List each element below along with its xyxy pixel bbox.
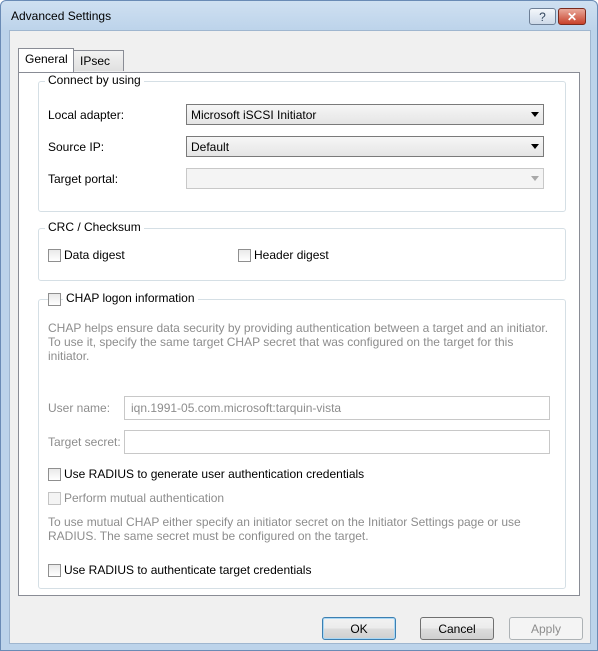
radius-user-auth-label[interactable]: Use RADIUS to generate user authenticati… <box>64 467 364 481</box>
local-adapter-label: Local adapter: <box>48 108 125 122</box>
crc-group-legend: CRC / Checksum <box>45 220 144 234</box>
chevron-down-icon <box>531 112 539 117</box>
target-portal-label: Target portal: <box>48 172 119 186</box>
source-ip-dropdown[interactable]: Default <box>186 136 544 157</box>
local-adapter-value: Microsoft iSCSI Initiator <box>191 108 317 122</box>
window-title: Advanced Settings <box>11 9 112 23</box>
advanced-settings-window: Advanced Settings ? ✕ General IPsec Conn… <box>0 0 598 651</box>
connect-group: Connect by using Local adapter: Microsof… <box>38 73 566 212</box>
source-ip-value: Default <box>191 140 230 154</box>
mutual-auth-label[interactable]: Perform mutual authentication <box>64 491 224 505</box>
radius-target-auth-label[interactable]: Use RADIUS to authenticate target creden… <box>64 563 311 577</box>
dialog-client-area: General IPsec Connect by using Local ada… <box>9 30 591 644</box>
tab-ipsec[interactable]: IPsec <box>73 50 124 71</box>
ok-button[interactable]: OK <box>322 617 396 640</box>
chap-group: CHAP logon information CHAP helps ensure… <box>38 291 566 589</box>
target-secret-field[interactable] <box>124 430 550 454</box>
radius-user-auth-checkbox[interactable] <box>48 468 61 481</box>
tab-general[interactable]: General <box>18 48 74 72</box>
mutual-auth-checkbox[interactable] <box>48 492 61 505</box>
radius-target-auth-checkbox[interactable] <box>48 564 61 577</box>
data-digest-checkbox[interactable] <box>48 249 61 262</box>
header-digest-label[interactable]: Header digest <box>254 248 329 262</box>
connect-group-legend: Connect by using <box>45 73 144 87</box>
user-name-label: User name: <box>48 401 111 415</box>
help-icon: ? <box>539 9 546 24</box>
source-ip-label: Source IP: <box>48 140 105 154</box>
target-portal-dropdown[interactable] <box>186 168 544 189</box>
data-digest-label[interactable]: Data digest <box>64 248 125 262</box>
cancel-button[interactable]: Cancel <box>420 617 494 640</box>
target-secret-label: Target secret: <box>48 435 121 449</box>
close-icon: ✕ <box>566 9 578 24</box>
general-tab-panel: Connect by using Local adapter: Microsof… <box>18 72 580 596</box>
chevron-down-icon <box>531 144 539 149</box>
title-bar[interactable]: Advanced Settings ? ✕ <box>1 1 597 29</box>
chevron-down-icon <box>531 176 539 181</box>
close-button[interactable]: ✕ <box>558 8 586 25</box>
mutual-chap-note: To use mutual CHAP either specify an ini… <box>48 515 521 543</box>
chap-description: CHAP helps ensure data security by provi… <box>48 321 549 363</box>
apply-button[interactable]: Apply <box>509 617 583 640</box>
chap-logon-checkbox[interactable] <box>48 293 61 306</box>
chap-logon-label[interactable]: CHAP logon information <box>63 291 198 305</box>
user-name-field[interactable]: iqn.1991-05.com.microsoft:tarquin-vista <box>124 396 550 420</box>
help-button[interactable]: ? <box>529 8 556 25</box>
header-digest-checkbox[interactable] <box>238 249 251 262</box>
crc-group: CRC / Checksum Data digest Header digest <box>38 220 566 281</box>
local-adapter-dropdown[interactable]: Microsoft iSCSI Initiator <box>186 104 544 125</box>
